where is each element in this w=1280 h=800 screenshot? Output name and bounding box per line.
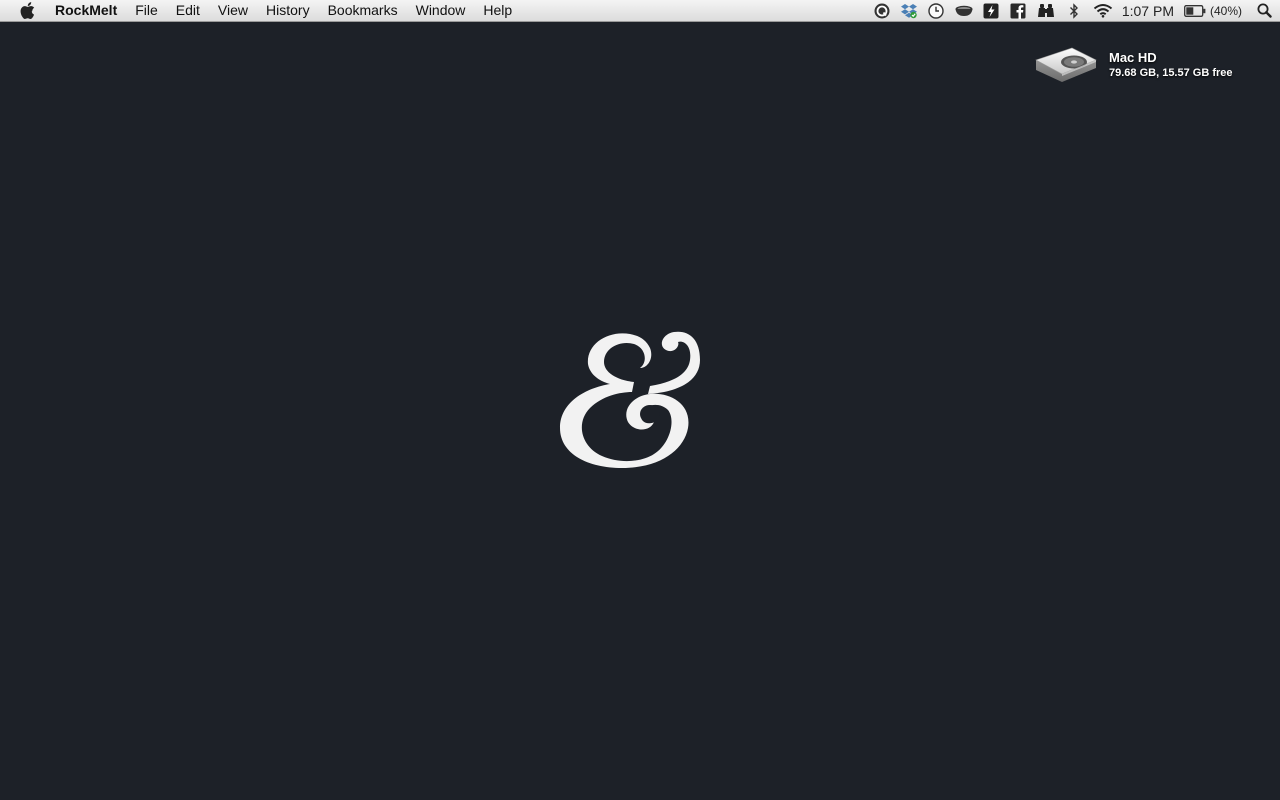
menu-window[interactable]: Window: [407, 0, 475, 21]
menu-bookmarks[interactable]: Bookmarks: [319, 0, 407, 21]
menu-bar-extras: 1:07 PM (40%): [868, 0, 1280, 21]
battery-icon: [1184, 4, 1206, 17]
dropbox-icon[interactable]: [896, 0, 922, 21]
apple-menu-icon[interactable]: [0, 0, 55, 21]
menu-file[interactable]: File: [126, 0, 167, 21]
hard-drive-icon[interactable]: [1032, 42, 1100, 88]
ampersand-wallpaper-glyph: [560, 331, 700, 468]
battery-percentage: (40%): [1209, 3, 1242, 18]
hard-drive-name: Mac HD: [1109, 50, 1157, 65]
bluetooth-icon[interactable]: [1060, 0, 1088, 21]
app-menu[interactable]: RockMelt: [55, 0, 126, 21]
hard-drive-label[interactable]: Mac HD 79.68 GB, 15.57 GB free: [1109, 49, 1233, 81]
time-machine-icon[interactable]: [922, 0, 950, 21]
notational-velocity-icon[interactable]: [978, 0, 1004, 21]
menu-bar-clock[interactable]: 1:07 PM: [1118, 0, 1180, 21]
hard-drive-capacity: 79.68 GB, 15.57 GB free: [1109, 67, 1233, 79]
ampersand-shape: [560, 331, 700, 468]
spotlight-search-icon[interactable]: [1248, 0, 1280, 21]
menu-help[interactable]: Help: [474, 0, 521, 21]
battery-status[interactable]: (40%): [1180, 0, 1248, 21]
wifi-icon[interactable]: [1088, 0, 1118, 21]
menu-view[interactable]: View: [209, 0, 257, 21]
menu-edit[interactable]: Edit: [167, 0, 209, 21]
quicksilver-icon[interactable]: [868, 0, 896, 21]
menu-history[interactable]: History: [257, 0, 319, 21]
binoculars-icon[interactable]: [1032, 0, 1060, 21]
menu-bar-left: RockMelt File Edit View History Bookmark…: [0, 0, 521, 21]
facebook-icon[interactable]: [1004, 0, 1032, 21]
menu-bar: RockMelt File Edit View History Bookmark…: [0, 0, 1280, 22]
caffeine-icon[interactable]: [950, 0, 978, 21]
